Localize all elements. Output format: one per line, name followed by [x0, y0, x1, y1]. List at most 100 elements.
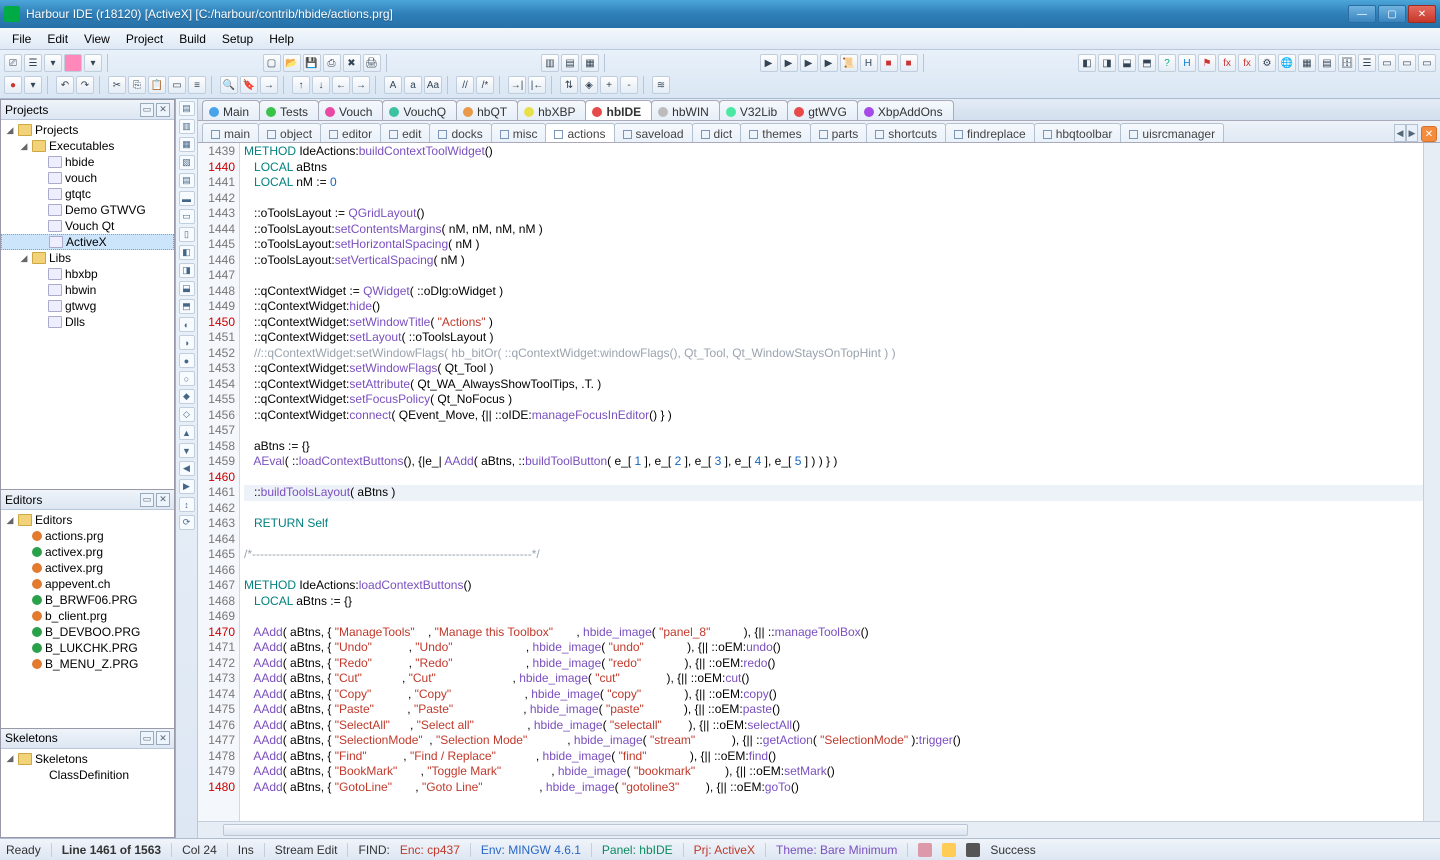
main-tab-vouchq[interactable]: VouchQ: [382, 100, 457, 120]
tb2-zoomout-icon[interactable]: -: [620, 76, 638, 94]
tb2-invert-icon[interactable]: Aa: [424, 76, 442, 94]
sub-tab-shortcuts[interactable]: shortcuts: [866, 123, 946, 142]
subtab-nav-prev[interactable]: ◀: [1394, 124, 1406, 142]
gutter-btn-16[interactable]: ◆: [179, 389, 195, 404]
tree-item[interactable]: activex.prg: [1, 544, 174, 560]
sub-tab-editor[interactable]: editor: [320, 123, 381, 142]
status-theme[interactable]: Theme: Bare Minimum: [776, 843, 908, 857]
tb-panel2-icon[interactable]: ▤: [561, 54, 579, 72]
tb2-misc-icon[interactable]: ◈: [580, 76, 598, 94]
sub-tab-dict[interactable]: dict: [692, 123, 742, 142]
tree-item[interactable]: gtqtc: [1, 186, 174, 202]
sub-tab-saveload[interactable]: saveload: [614, 123, 693, 142]
status-wand-icon[interactable]: [918, 843, 932, 857]
tb-dock3-icon[interactable]: ⬓: [1118, 54, 1136, 72]
gutter-btn-2[interactable]: ▦: [179, 137, 195, 152]
tb-build2-icon[interactable]: ▶: [780, 54, 798, 72]
gutter-btn-14[interactable]: ●: [179, 353, 195, 368]
tb-color-icon[interactable]: [64, 54, 82, 72]
tb2-redo-icon[interactable]: ↷: [76, 76, 94, 94]
tb-red1-icon[interactable]: ⚑: [1198, 54, 1216, 72]
main-tab-hbqt[interactable]: hbQT: [456, 100, 518, 120]
gutter-btn-22[interactable]: ↕: [179, 497, 195, 512]
tree-item[interactable]: B_MENU_Z.PRG: [1, 656, 174, 672]
tb-print-icon[interactable]: 🖨: [363, 54, 381, 72]
gutter-btn-19[interactable]: ▼: [179, 443, 195, 458]
tb-dropdown2-icon[interactable]: ▾: [84, 54, 102, 72]
tb-db-icon[interactable]: 🗄: [1338, 54, 1356, 72]
gutter-btn-21[interactable]: ▶: [179, 479, 195, 494]
gutter-btn-5[interactable]: ▬: [179, 191, 195, 206]
sub-tab-findreplace[interactable]: findreplace: [945, 123, 1035, 142]
tree-item[interactable]: B_DEVBOO.PRG: [1, 624, 174, 640]
main-tab-hbide[interactable]: hbIDE: [585, 100, 652, 120]
gutter-btn-9[interactable]: ◨: [179, 263, 195, 278]
tb2-zoomin-icon[interactable]: +: [600, 76, 618, 94]
main-tab-main[interactable]: Main: [202, 100, 260, 120]
tree-item[interactable]: ◢Libs: [1, 250, 174, 266]
editors-dock-header[interactable]: Editors ▭ ✕: [1, 490, 174, 510]
tb2-lower-icon[interactable]: a: [404, 76, 422, 94]
tb-dock1-icon[interactable]: ◧: [1078, 54, 1096, 72]
skeletons-dock-header[interactable]: Skeletons ▭ ✕: [1, 729, 174, 749]
tb2-goto-icon[interactable]: →: [260, 76, 278, 94]
editors-tree[interactable]: ◢Editorsactions.prgactivex.prgactivex.pr…: [1, 510, 174, 728]
sub-tab-edit[interactable]: edit: [380, 123, 430, 142]
tb-props-icon[interactable]: ⚙: [1258, 54, 1276, 72]
status-panel[interactable]: Panel: hbIDE: [602, 843, 684, 857]
menu-setup[interactable]: Setup: [214, 30, 261, 48]
status-ins[interactable]: Ins: [238, 843, 265, 857]
vertical-scrollbar[interactable]: [1423, 143, 1440, 821]
tb-dock4-icon[interactable]: ⬒: [1138, 54, 1156, 72]
tree-item[interactable]: activex.prg: [1, 560, 174, 576]
tree-item[interactable]: Demo GTWVG: [1, 202, 174, 218]
tb-stop2-icon[interactable]: ■: [900, 54, 918, 72]
tb-new-icon[interactable]: ▢: [263, 54, 281, 72]
tb-layout-icon[interactable]: ▭: [1398, 54, 1416, 72]
tree-item[interactable]: ◢Executables: [1, 138, 174, 154]
minimize-button[interactable]: —: [1348, 5, 1376, 23]
gutter-btn-8[interactable]: ◧: [179, 245, 195, 260]
tree-item[interactable]: Vouch Qt: [1, 218, 174, 234]
sub-tab-object[interactable]: object: [258, 123, 321, 142]
subtab-close-all[interactable]: ✕: [1421, 126, 1437, 142]
menu-view[interactable]: View: [76, 30, 118, 48]
tb-panel3-icon[interactable]: ▦: [581, 54, 599, 72]
tb-close-icon[interactable]: ✖: [343, 54, 361, 72]
tb2-down-icon[interactable]: ↓: [312, 76, 330, 94]
menu-help[interactable]: Help: [261, 30, 302, 48]
sub-tab-misc[interactable]: misc: [491, 123, 547, 142]
tree-item[interactable]: actions.prg: [1, 528, 174, 544]
tb2-upper-icon[interactable]: A: [384, 76, 402, 94]
projects-float-icon[interactable]: ▭: [140, 103, 154, 117]
gutter-btn-7[interactable]: ▯: [179, 227, 195, 242]
tree-item[interactable]: appevent.ch: [1, 576, 174, 592]
tb2-fmt-icon[interactable]: ≋: [652, 76, 670, 94]
tb2-copy-icon[interactable]: ⎘: [128, 76, 146, 94]
gutter-btn-17[interactable]: ◇: [179, 407, 195, 422]
tb2-rec-icon[interactable]: ●: [4, 76, 22, 94]
gutter-btn-10[interactable]: ⬓: [179, 281, 195, 296]
tree-item[interactable]: B_BRWF06.PRG: [1, 592, 174, 608]
tb2-undo-icon[interactable]: ↶: [56, 76, 74, 94]
maximize-button[interactable]: ▢: [1378, 5, 1406, 23]
gutter-btn-3[interactable]: ▧: [179, 155, 195, 170]
tree-item[interactable]: ActiveX: [1, 234, 174, 250]
sub-tab-themes[interactable]: themes: [740, 123, 810, 142]
gutter-btn-12[interactable]: ◐: [179, 317, 195, 332]
gutter-btn-15[interactable]: ○: [179, 371, 195, 386]
status-log-icon[interactable]: [942, 843, 956, 857]
tree-item[interactable]: hbide: [1, 154, 174, 170]
tb2-sort-icon[interactable]: ⇅: [560, 76, 578, 94]
tb-saveall-icon[interactable]: ⎙: [323, 54, 341, 72]
tb2-unindent-icon[interactable]: |←: [528, 76, 546, 94]
menu-project[interactable]: Project: [118, 30, 171, 48]
tree-item[interactable]: ClassDefinition: [1, 767, 174, 783]
tb2-drop-icon[interactable]: ▾: [24, 76, 42, 94]
close-button[interactable]: ✕: [1408, 5, 1436, 23]
gutter-btn-1[interactable]: ▥: [179, 119, 195, 134]
tb-build3-icon[interactable]: ▶: [800, 54, 818, 72]
horizontal-scrollbar[interactable]: [198, 821, 1440, 838]
tb-table-icon[interactable]: ▤: [1318, 54, 1336, 72]
tb2-left-icon[interactable]: ←: [332, 76, 350, 94]
